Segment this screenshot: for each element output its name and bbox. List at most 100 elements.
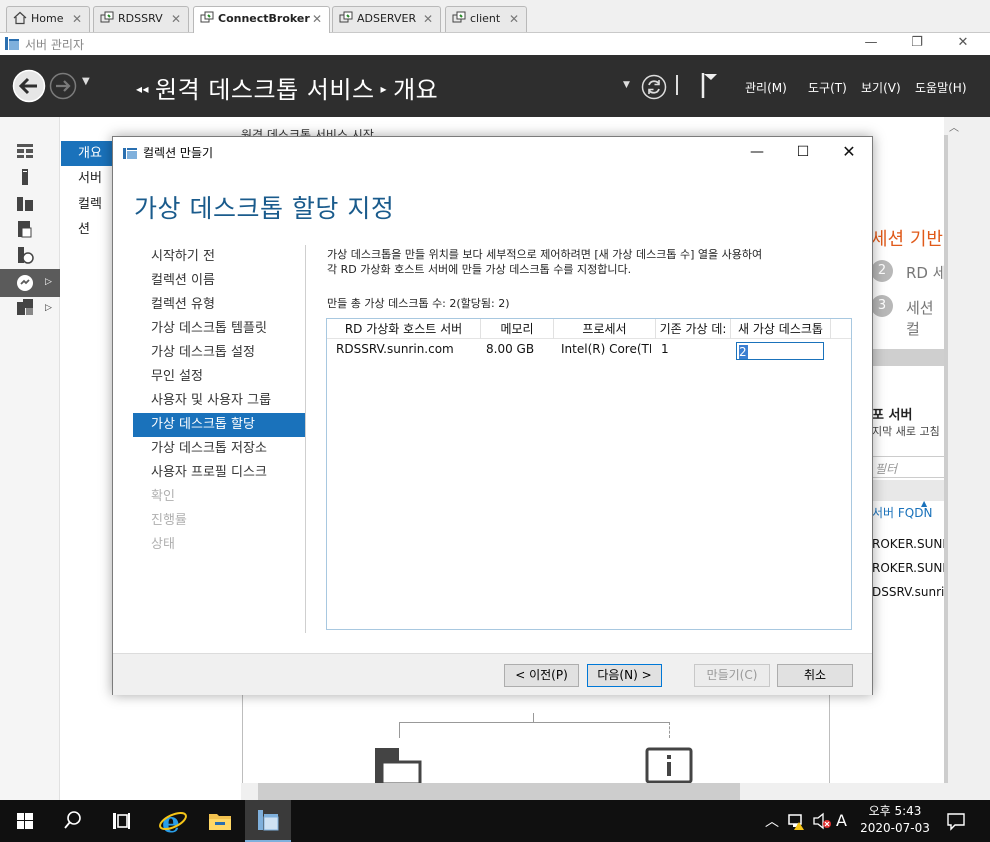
input-method-indicator[interactable]: A xyxy=(836,811,847,830)
wizard-step[interactable]: 사용자 프로필 디스크 xyxy=(133,461,305,485)
filter-bar xyxy=(870,480,949,501)
clock-time: 오후 5:43 xyxy=(868,804,922,818)
wizard-step[interactable]: 가상 데스크톱 설정 xyxy=(133,341,305,365)
column-header-fqdn[interactable]: 서버 FQDN xyxy=(872,504,932,521)
tab-home[interactable]: Home ✕ xyxy=(6,6,90,32)
maximize-button[interactable]: ☐ xyxy=(780,137,826,167)
wizard-step[interactable]: 사용자 및 사용자 그룹 xyxy=(133,389,305,413)
server-node-icon[interactable] xyxy=(374,747,422,784)
notifications-flag-icon[interactable] xyxy=(700,71,720,99)
show-hidden-icons-icon[interactable]: ︿ xyxy=(765,811,779,831)
back-arrow-icon[interactable] xyxy=(12,69,46,103)
search-icon[interactable] xyxy=(49,800,95,842)
menu-view[interactable]: 보기(V) xyxy=(861,79,901,96)
close-icon[interactable]: ✕ xyxy=(171,7,181,31)
server-manager-icon xyxy=(258,810,279,831)
storage-services-icon[interactable] xyxy=(16,298,34,316)
column-header[interactable]: 메모리 xyxy=(481,319,554,339)
close-button[interactable]: ✕ xyxy=(826,137,872,167)
info-node-icon[interactable] xyxy=(645,747,693,784)
task-view-icon[interactable] xyxy=(97,800,143,842)
iis-icon[interactable] xyxy=(16,246,34,264)
scroll-up-icon[interactable]: ︿ xyxy=(949,119,959,134)
breadcrumb: ◂◂ 원격 데스크톱 서비스 ▸ 개요 xyxy=(130,70,438,105)
tab-connectbroker[interactable]: ConnectBroker ✕ xyxy=(193,6,330,33)
cell-server: RDSSRV.sunrin.com xyxy=(336,342,454,356)
dashboard-icon[interactable] xyxy=(16,142,34,160)
all-servers-icon[interactable] xyxy=(16,194,34,212)
column-header[interactable]: RD 가상화 호스트 서버 xyxy=(327,319,481,339)
forward-arrow-icon[interactable] xyxy=(49,72,77,100)
volume-muted-icon[interactable] xyxy=(812,812,832,830)
breadcrumb-dropdown-icon[interactable]: ▼ xyxy=(623,80,630,90)
create-button[interactable]: 만들기(C) xyxy=(694,664,770,687)
close-icon[interactable]: ✕ xyxy=(72,7,82,31)
subnav-overview[interactable]: 개요 xyxy=(61,141,113,166)
menu-manage[interactable]: 관리(M) xyxy=(745,79,787,96)
file-storage-icon[interactable] xyxy=(16,220,34,238)
minimize-button[interactable]: — xyxy=(848,33,894,55)
maximize-button[interactable]: ❐ xyxy=(894,33,940,55)
start-windows-icon[interactable] xyxy=(0,800,46,842)
tab-adserver[interactable]: ADSERVER ✕ xyxy=(332,6,441,32)
column-header[interactable]: 새 가상 데스크톱 xyxy=(731,319,831,339)
tab-rdssrv[interactable]: RDSSRV ✕ xyxy=(93,6,189,32)
internet-explorer-icon[interactable]: e xyxy=(149,800,195,842)
next-button[interactable]: 다음(N) > xyxy=(587,664,662,687)
total-desktops-label: 만들 총 가상 데스크톱 수: 2(할당됨: 2) xyxy=(327,297,510,310)
grid-header: RD 가상화 호스트 서버 메모리 프로세서 기존 가상 데: 새 가상 데스크… xyxy=(327,319,851,339)
wizard-step[interactable]: 컬렉션 이름 xyxy=(133,269,305,293)
file-explorer-icon[interactable] xyxy=(197,800,243,842)
sidebar-item-remote-desktop-services[interactable]: ▷ xyxy=(0,269,60,297)
expand-arrow-icon[interactable]: ▷ xyxy=(45,303,52,313)
refresh-icon[interactable] xyxy=(641,74,667,100)
wizard-step-current[interactable]: 가상 데스크톱 할당 xyxy=(133,413,305,437)
wizard-step[interactable]: 무인 설정 xyxy=(133,365,305,389)
clock[interactable]: 오후 5:43 2020-07-03 xyxy=(852,803,938,837)
history-dropdown-icon[interactable]: ▼ xyxy=(82,76,90,87)
taskbar-server-manager[interactable] xyxy=(245,800,291,842)
wizard-step[interactable]: 컬렉션 유형 xyxy=(133,293,305,317)
collection-icon xyxy=(123,148,137,159)
step-text[interactable]: RD 세 xyxy=(906,262,947,283)
scrollbar-thumb[interactable] xyxy=(944,135,948,783)
wizard-step[interactable]: 시작하기 전 xyxy=(133,245,305,269)
breadcrumb-separator-icon: ▸ xyxy=(380,82,388,96)
dialog-title: 컬렉션 만들기 xyxy=(143,146,214,160)
prev-button[interactable]: < 이전(P) xyxy=(504,664,579,687)
notifications-icon[interactable] xyxy=(946,811,966,831)
close-icon[interactable]: ✕ xyxy=(509,7,519,31)
menu-tools[interactable]: 도구(T) xyxy=(808,79,847,96)
table-row[interactable]: ROKER.SUNRI xyxy=(872,537,954,551)
filter-input[interactable]: 필터 xyxy=(870,456,949,478)
table-row[interactable]: ROKER.SUNRI xyxy=(872,561,954,575)
step-text[interactable]: 세션 컬 xyxy=(906,297,949,339)
close-button[interactable]: ✕ xyxy=(940,33,986,55)
column-header[interactable]: 프로세서 xyxy=(554,319,656,339)
wizard-step[interactable]: 가상 데스크톱 저장소 xyxy=(133,437,305,461)
wizard-step[interactable]: 가상 데스크톱 템플릿 xyxy=(133,317,305,341)
new-desktops-input[interactable] xyxy=(736,342,824,360)
close-icon[interactable]: ✕ xyxy=(423,7,433,31)
tab-client[interactable]: client ✕ xyxy=(445,6,527,32)
subnav-servers[interactable]: 서버 xyxy=(61,166,113,191)
network-warning-icon[interactable] xyxy=(787,812,807,830)
scrollbar-thumb[interactable] xyxy=(258,783,740,800)
local-server-icon[interactable] xyxy=(16,168,34,186)
description: 가상 데스크톱을 만들 위치를 보다 세부적으로 제어하려면 [새 가상 데스크… xyxy=(327,247,857,277)
horizontal-scrollbar[interactable] xyxy=(241,783,990,800)
vertical-scrollbar[interactable]: ︿ › xyxy=(944,117,990,800)
server-manager-header: ▼ ◂◂ 원격 데스크톱 서비스 ▸ 개요 ▼ 관리(M) 도구(T) 보기(V) 도… xyxy=(0,55,990,117)
breadcrumb-root[interactable]: 원격 데스크톱 서비스 xyxy=(155,76,374,104)
cancel-button[interactable]: 취소 xyxy=(777,664,853,687)
subnav-collections[interactable]: 컬렉션 xyxy=(61,192,113,237)
expand-arrow-icon: ▷ xyxy=(45,277,52,287)
minimize-button[interactable]: — xyxy=(734,137,780,167)
cell-processor: Intel(R) Core(TM xyxy=(561,342,651,356)
tab-label: Home xyxy=(31,12,64,25)
menu-help[interactable]: 도움말(H) xyxy=(915,79,967,96)
column-header[interactable]: 기존 가상 데: xyxy=(656,319,731,339)
close-icon[interactable]: ✕ xyxy=(312,7,322,31)
tab-label: ConnectBroker xyxy=(218,12,310,25)
last-refresh-text: 지막 새로 고침 xyxy=(872,425,940,438)
